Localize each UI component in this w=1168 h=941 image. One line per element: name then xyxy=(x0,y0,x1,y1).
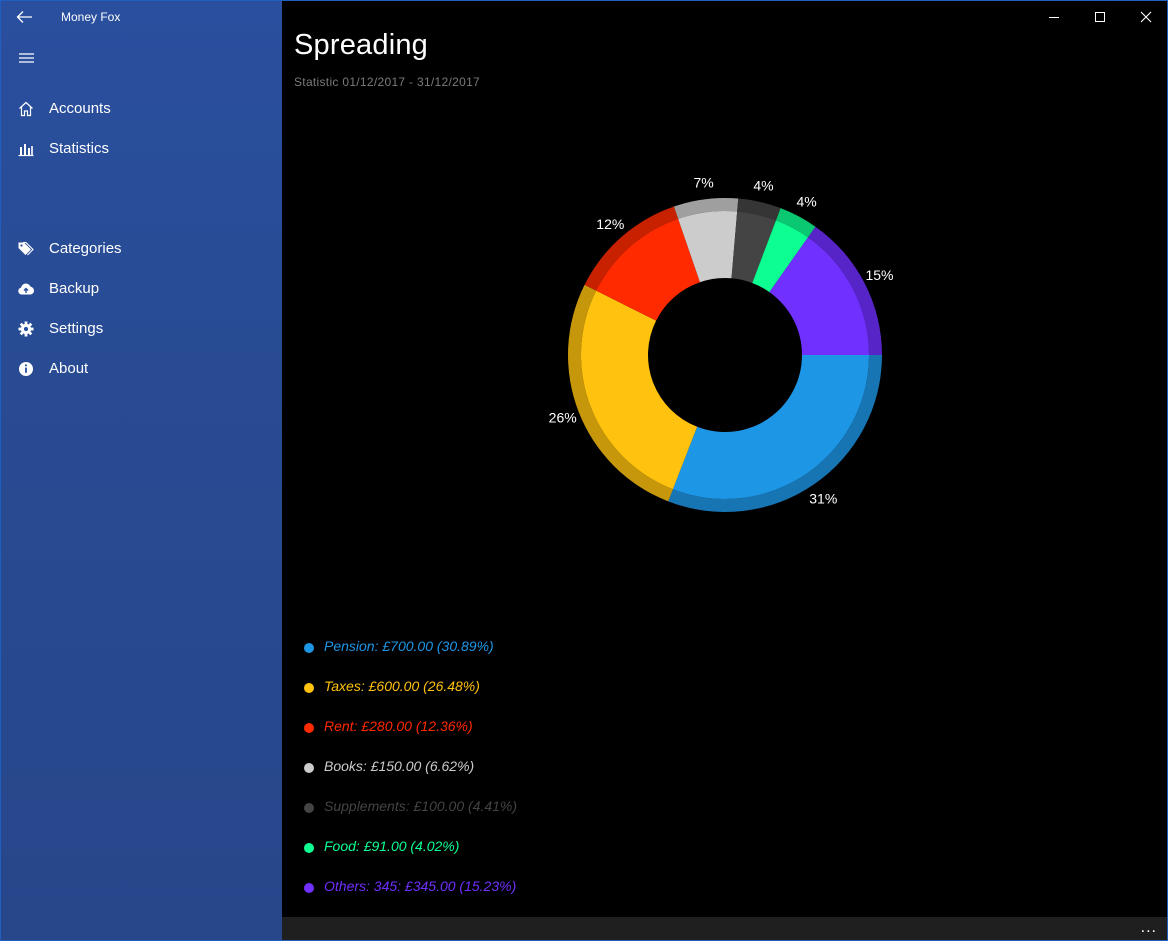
minimize-icon xyxy=(1049,17,1059,18)
donut-slice-percent-label: 31% xyxy=(809,491,837,507)
legend-dot xyxy=(304,763,314,773)
command-bar: ... xyxy=(282,917,1167,940)
minimize-button[interactable] xyxy=(1031,1,1077,33)
nav-label-accounts: Accounts xyxy=(49,100,111,117)
legend-text: Pension: £700.00 (30.89%) xyxy=(324,638,494,654)
nav-item-statistics[interactable]: Statistics xyxy=(1,129,282,169)
donut-slice-taxes xyxy=(581,290,698,490)
nav-label-backup: Backup xyxy=(49,280,100,297)
maximize-icon xyxy=(1095,12,1105,22)
legend-item-supplements: Supplements: £100.00 (4.41%) xyxy=(302,787,702,827)
legend-item-books: Books: £150.00 (6.62%) xyxy=(302,747,702,787)
back-button[interactable] xyxy=(11,5,39,29)
nav-item-backup[interactable]: Backup xyxy=(1,269,282,309)
maximize-button[interactable] xyxy=(1077,1,1123,33)
legend-dot xyxy=(304,683,314,693)
nav-label-statistics: Statistics xyxy=(49,140,110,157)
legend-dot xyxy=(304,723,314,733)
nav-item-accounts[interactable]: Accounts xyxy=(1,89,282,129)
legend-item-pension: Pension: £700.00 (30.89%) xyxy=(302,627,702,667)
tag-icon xyxy=(17,240,35,258)
nav-label-categories: Categories xyxy=(49,240,122,257)
nav-item-settings[interactable]: Settings xyxy=(1,309,282,349)
chart-legend: Pension: £700.00 (30.89%) Taxes: £600.00… xyxy=(302,627,702,907)
back-arrow-icon xyxy=(16,11,32,23)
hamburger-menu-button[interactable] xyxy=(11,45,41,71)
donut-slice-percent-label: 26% xyxy=(549,410,577,426)
legend-text: Others: 345: £345.00 (15.23%) xyxy=(324,878,517,894)
statistic-date-range: Statistic 01/12/2017 - 31/12/2017 xyxy=(294,75,481,89)
spreading-donut-chart: 31% 26% 12% 7% 4% 4% 15% xyxy=(522,161,922,531)
donut-slice-percent-label: 7% xyxy=(693,174,713,190)
legend-dot xyxy=(304,803,314,813)
donut-chart-svg: 31% 26% 12% 7% 4% 4% 15% xyxy=(549,174,893,512)
nav-item-about[interactable]: About xyxy=(1,349,282,389)
legend-dot xyxy=(304,883,314,893)
bar-chart-icon xyxy=(17,140,35,158)
donut-slice-percent-label: 12% xyxy=(596,216,624,232)
legend-text: Food: £91.00 (4.02%) xyxy=(324,838,460,854)
close-icon xyxy=(1140,11,1152,23)
close-button[interactable] xyxy=(1123,1,1167,33)
legend-item-taxes: Taxes: £600.00 (26.48%) xyxy=(302,667,702,707)
page-title: Spreading xyxy=(294,29,429,61)
app-title: Money Fox xyxy=(61,10,121,24)
navigation-pane: Money Fox Accounts Statistics Categories… xyxy=(1,1,282,940)
legend-item-food: Food: £91.00 (4.02%) xyxy=(302,827,702,867)
donut-slice-pension xyxy=(672,355,869,500)
donut-slice-percent-label: 15% xyxy=(865,267,893,283)
donut-slice-percent-label: 4% xyxy=(796,193,816,209)
main-content: Spreading Statistic 01/12/2017 - 31/12/2… xyxy=(282,1,1167,940)
app-window: Money Fox Accounts Statistics Categories… xyxy=(0,0,1168,941)
legend-text: Taxes: £600.00 (26.48%) xyxy=(324,678,480,694)
donut-slice-percent-label: 4% xyxy=(753,177,773,193)
info-icon xyxy=(17,360,35,378)
hamburger-icon xyxy=(19,53,34,63)
nav-label-settings: Settings xyxy=(49,320,104,337)
home-icon xyxy=(17,100,35,118)
cloud-upload-icon xyxy=(17,280,35,298)
legend-dot xyxy=(304,643,314,653)
nav-label-about: About xyxy=(49,360,89,377)
legend-dot xyxy=(304,843,314,853)
gear-icon xyxy=(17,320,35,338)
legend-item-rent: Rent: £280.00 (12.36%) xyxy=(302,707,702,747)
legend-text: Books: £150.00 (6.62%) xyxy=(324,758,475,774)
title-bar: Money Fox xyxy=(1,1,282,33)
legend-text: Rent: £280.00 (12.36%) xyxy=(324,718,473,734)
legend-text: Supplements: £100.00 (4.41%) xyxy=(324,798,518,814)
nav-item-categories[interactable]: Categories xyxy=(1,229,282,269)
more-options-button[interactable]: ... xyxy=(1141,919,1157,937)
legend-item-others: Others: 345: £345.00 (15.23%) xyxy=(302,867,702,907)
